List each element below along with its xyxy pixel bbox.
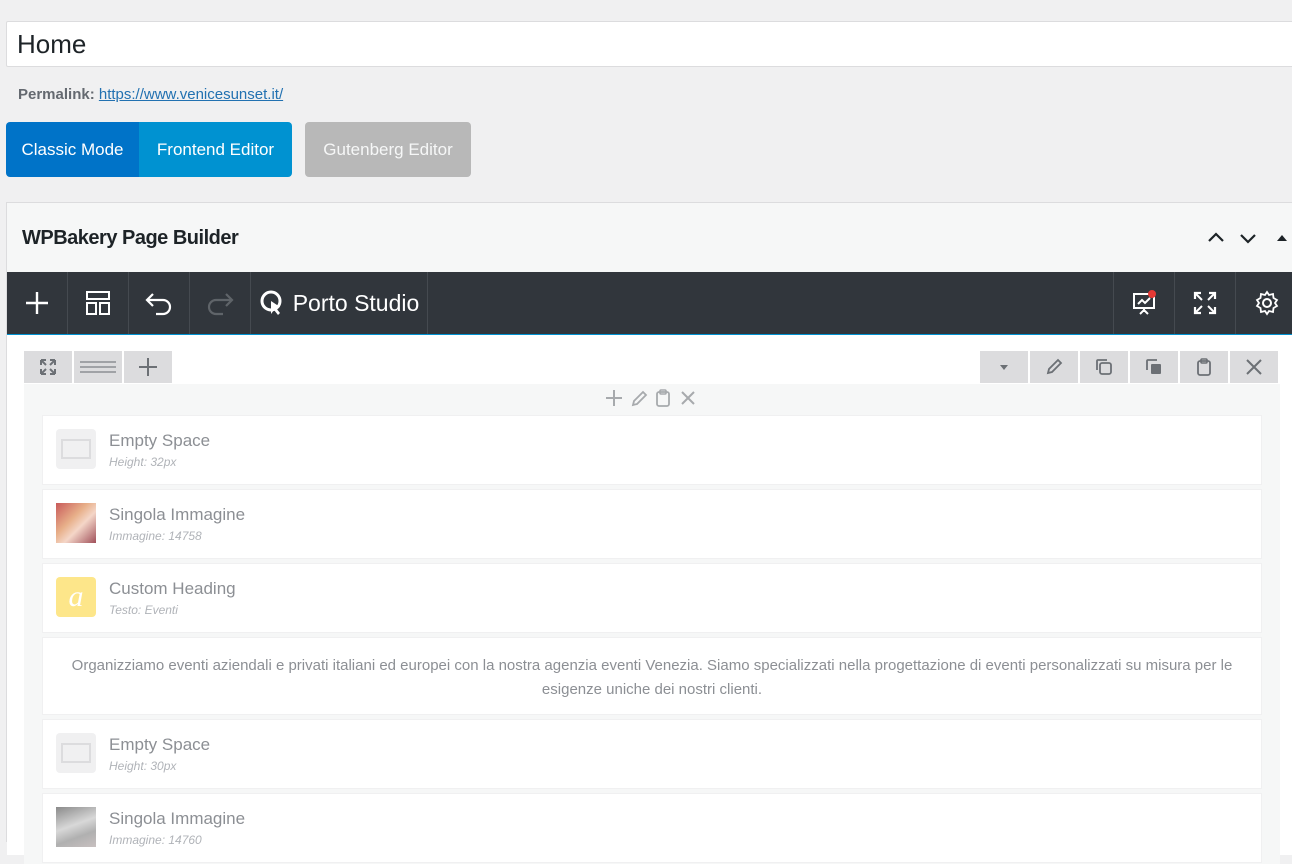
builder-canvas: Empty Space Height: 32px Singola Immagin… [7, 335, 1292, 864]
empty-space-icon [56, 429, 96, 469]
row-toggle-button[interactable] [980, 351, 1028, 383]
empty-space-icon [56, 733, 96, 773]
image-thumbnail-icon [56, 503, 96, 543]
classic-mode-button[interactable]: Classic Mode [6, 122, 139, 177]
fullscreen-button[interactable] [1174, 272, 1235, 334]
image-thumbnail-icon [56, 807, 96, 847]
column-controls [604, 388, 698, 408]
permalink-label: Permalink: [18, 86, 95, 103]
undo-icon [145, 293, 172, 316]
metabox-title: WPBakery Page Builder [22, 227, 239, 249]
plus-icon[interactable] [604, 388, 624, 408]
row-add-column-button[interactable] [124, 351, 172, 383]
copy-icon [1146, 359, 1161, 374]
frontend-editor-button[interactable]: Frontend Editor [139, 122, 292, 177]
clipboard-icon[interactable] [654, 388, 672, 408]
element-meta: Height: 30px [109, 759, 177, 773]
element-single-image[interactable]: Singola Immagine Immagine: 14760 [42, 793, 1262, 863]
element-meta: Height: 32px [109, 455, 177, 469]
move-down-icon[interactable] [1237, 227, 1259, 249]
plus-icon [26, 292, 48, 314]
move-up-icon[interactable] [1205, 227, 1227, 249]
row-copy-button[interactable] [1130, 351, 1178, 383]
element-name: Empty Space [109, 735, 211, 754]
element-meta: Immagine: 14758 [109, 529, 202, 543]
element-name: Singola Immagine [109, 505, 246, 524]
permalink-link[interactable]: https://www.venicesunset.it/ [99, 86, 283, 103]
wpbakery-metabox: WPBakery Page Builder Porto Studio Empty… [6, 202, 1292, 864]
clone-icon [1096, 359, 1112, 375]
element-empty-space[interactable]: Empty Space Height: 32px [42, 415, 1262, 485]
element-text-block[interactable]: Organizziamo eventi aziendali e privati … [42, 637, 1262, 715]
element-meta: Immagine: 14760 [109, 833, 202, 847]
templates-button[interactable] [68, 272, 129, 334]
close-icon [1246, 359, 1262, 375]
row-clone-button[interactable] [1080, 351, 1128, 383]
element-name: Singola Immagine [109, 809, 246, 828]
row-column: Empty Space Height: 32px Singola Immagin… [24, 384, 1280, 864]
plus-icon [139, 358, 157, 376]
element-custom-heading[interactable]: a Custom Heading Testo: Eventi [42, 563, 1262, 633]
permalink: Permalink: https://www.venicesunset.it/ [18, 86, 283, 103]
close-icon[interactable] [678, 388, 698, 408]
clipboard-icon [1197, 358, 1211, 376]
settings-button[interactable] [1235, 272, 1292, 334]
preview-button[interactable] [1113, 272, 1174, 334]
pencil-icon [1046, 358, 1063, 375]
post-title-input[interactable] [6, 21, 1292, 67]
porto-studio-label: Porto Studio [292, 289, 420, 316]
porto-studio-icon [260, 290, 282, 315]
row-move-handle[interactable] [24, 351, 72, 383]
redo-button[interactable] [190, 272, 251, 334]
row-layout-button[interactable] [74, 351, 122, 383]
gutenberg-editor-button[interactable]: Gutenberg Editor [305, 122, 471, 177]
presentation-chart-icon [1133, 290, 1156, 315]
element-name: Empty Space [109, 431, 211, 450]
element-single-image[interactable]: Singola Immagine Immagine: 14758 [42, 489, 1262, 559]
collapse-triangle-icon[interactable] [1271, 227, 1292, 249]
element-meta: Testo: Eventi [109, 603, 178, 617]
text-block-content: Organizziamo eventi aziendali e privati … [71, 657, 1233, 698]
gear-icon [1255, 290, 1278, 316]
heading-a-icon: a [56, 577, 96, 617]
element-name: Custom Heading [109, 579, 236, 598]
row-delete-button[interactable] [1230, 351, 1278, 383]
move-arrows-icon [40, 359, 56, 375]
columns-layout-icon [80, 361, 116, 373]
fullscreen-icon [1193, 291, 1217, 315]
porto-studio-button[interactable]: Porto Studio [251, 272, 428, 334]
metabox-header: WPBakery Page Builder [7, 203, 1292, 272]
row-edit-button[interactable] [1030, 351, 1078, 383]
element-empty-space[interactable]: Empty Space Height: 30px [42, 719, 1262, 789]
pencil-icon[interactable] [630, 388, 648, 408]
redo-icon [207, 293, 234, 316]
caret-down-icon [1000, 365, 1008, 370]
undo-button[interactable] [129, 272, 190, 334]
builder-toolbar: Porto Studio [7, 272, 1292, 335]
layout-template-icon [86, 291, 110, 315]
add-element-button[interactable] [7, 272, 68, 334]
row-paste-button[interactable] [1180, 351, 1228, 383]
